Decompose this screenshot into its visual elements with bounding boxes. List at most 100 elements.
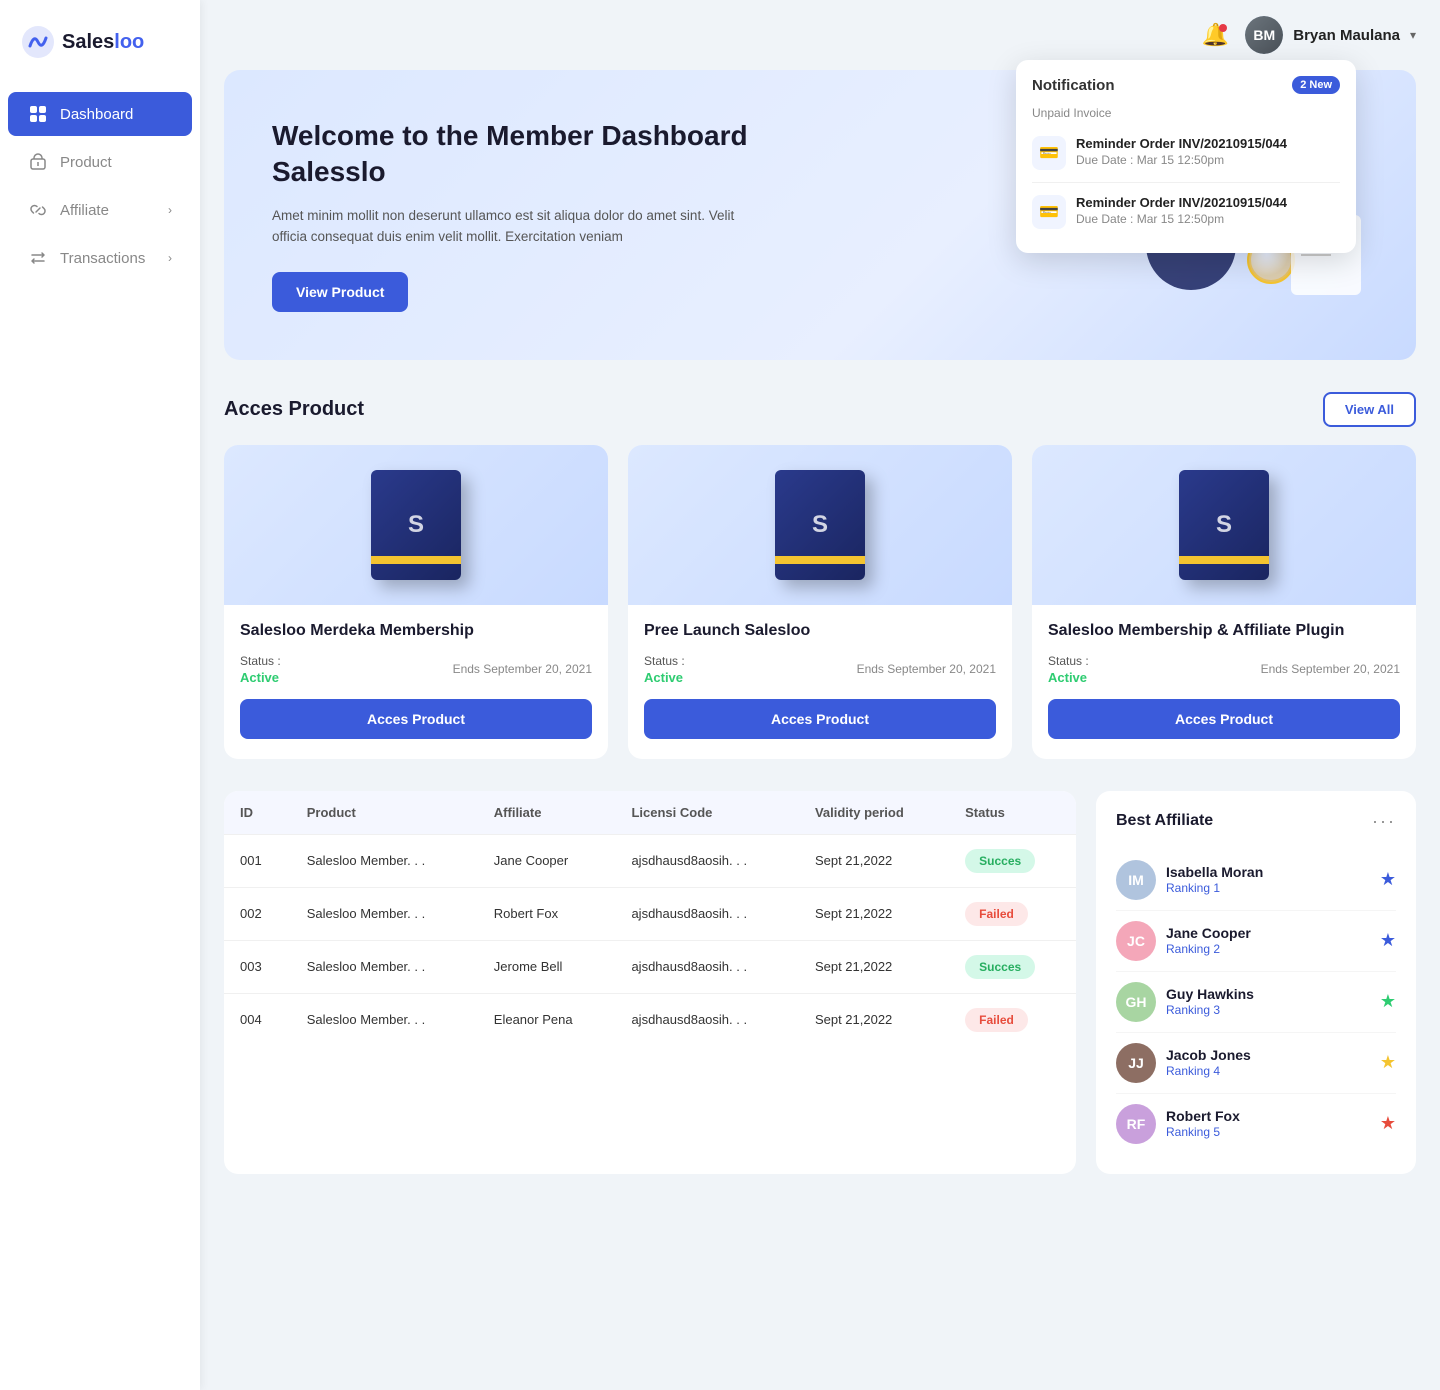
sidebar-item-label: Affiliate (60, 202, 109, 219)
logo: Salesloo (0, 24, 200, 92)
affiliate-info: Guy Hawkins Ranking 3 (1166, 986, 1370, 1017)
product-info: Salesloo Merdeka Membership Status : Act… (224, 621, 608, 685)
notification-panel: Notification 2 New Unpaid Invoice 💳 Remi… (1016, 60, 1356, 253)
cell-id: 004 (224, 993, 291, 1046)
product-box-decoration (1179, 470, 1269, 580)
sidebar: Salesloo Dashboard Pr (0, 0, 200, 1390)
product-info: Pree Launch Salesloo Status : Active End… (628, 621, 1012, 685)
affiliate-info: Jane Cooper Ranking 2 (1166, 925, 1370, 956)
affiliate-name: Guy Hawkins (1166, 986, 1370, 1002)
table-row: 004 Salesloo Member. . . Eleanor Pena aj… (224, 993, 1076, 1046)
access-product-button[interactable]: Acces Product (240, 699, 592, 739)
cell-product: Salesloo Member. . . (291, 940, 478, 993)
product-status: Status : Active (644, 654, 685, 685)
affiliate-item: GH Guy Hawkins Ranking 3 ★ (1116, 972, 1396, 1033)
view-all-button[interactable]: View All (1323, 392, 1416, 427)
affiliate-item: JC Jane Cooper Ranking 2 ★ (1116, 911, 1396, 972)
star-icon: ★ (1380, 1113, 1396, 1134)
invoice-icon: 💳 (1032, 136, 1066, 170)
cell-status: Failed (949, 887, 1076, 940)
col-license: Licensi Code (615, 791, 798, 835)
cell-validity: Sept 21,2022 (799, 887, 949, 940)
cell-id: 002 (224, 887, 291, 940)
best-affiliate-card: Best Affiliate ··· IM Isabella Moran Ran… (1096, 791, 1416, 1174)
view-product-button[interactable]: View Product (272, 272, 408, 312)
cell-license: ajsdhausd8aosih. . . (615, 940, 798, 993)
affiliate-avatar: GH (1116, 982, 1156, 1022)
affiliate-info: Isabella Moran Ranking 1 (1166, 864, 1370, 895)
sidebar-item-product[interactable]: Product (8, 140, 192, 184)
col-id: ID (224, 791, 291, 835)
hero-description: Amet minim mollit non deserunt ullamco e… (272, 205, 752, 248)
sidebar-item-transactions[interactable]: Transactions › (8, 236, 192, 280)
table-row: 002 Salesloo Member. . . Robert Fox ajsd… (224, 887, 1076, 940)
product-name: Pree Launch Salesloo (644, 621, 996, 642)
transactions-table-card: ID Product Affiliate Licensi Code Validi… (224, 791, 1076, 1174)
hero-content: Welcome to the Member Dashboard Salesslo… (272, 118, 752, 312)
header: 🔔 BM Bryan Maulana ▾ Notification 2 New … (224, 0, 1416, 70)
product-card: Salesloo Merdeka Membership Status : Act… (224, 445, 608, 759)
affiliate-name: Jacob Jones (1166, 1047, 1370, 1063)
star-icon: ★ (1380, 869, 1396, 890)
sidebar-item-affiliate[interactable]: Affiliate › (8, 188, 192, 232)
sidebar-item-label: Product (60, 154, 112, 171)
star-icon: ★ (1380, 1052, 1396, 1073)
affiliate-avatar: IM (1116, 860, 1156, 900)
logo-icon (20, 24, 56, 60)
access-product-button[interactable]: Acces Product (644, 699, 996, 739)
product-stripe (1179, 556, 1269, 564)
table-header-row: ID Product Affiliate Licensi Code Validi… (224, 791, 1076, 835)
products-section-title: Acces Product (224, 398, 364, 421)
logo-text: Salesloo (62, 31, 144, 54)
cell-status: Failed (949, 993, 1076, 1046)
col-validity: Validity period (799, 791, 949, 835)
affiliate-item: JJ Jacob Jones Ranking 4 ★ (1116, 1033, 1396, 1094)
status-label: Status : (644, 654, 685, 668)
bottom-section: ID Product Affiliate Licensi Code Validi… (224, 791, 1416, 1174)
cell-id: 003 (224, 940, 291, 993)
star-icon: ★ (1380, 930, 1396, 951)
product-card: Pree Launch Salesloo Status : Active End… (628, 445, 1012, 759)
notification-item: 💳 Reminder Order INV/20210915/044 Due Da… (1032, 187, 1340, 237)
cell-affiliate: Eleanor Pena (478, 993, 616, 1046)
product-ends: Ends September 20, 2021 (857, 662, 996, 676)
cell-affiliate: Jerome Bell (478, 940, 616, 993)
cell-affiliate: Robert Fox (478, 887, 616, 940)
notification-title: Notification (1032, 77, 1115, 94)
notification-item-title: Reminder Order INV/20210915/044 (1076, 136, 1287, 151)
cell-license: ajsdhausd8aosih. . . (615, 887, 798, 940)
notification-button[interactable]: 🔔 (1202, 22, 1229, 48)
affiliate-rank: Ranking 1 (1166, 881, 1370, 895)
cell-license: ajsdhausd8aosih. . . (615, 993, 798, 1046)
cell-status: Succes (949, 834, 1076, 887)
notification-item-title: Reminder Order INV/20210915/044 (1076, 195, 1287, 210)
status-badge: Failed (965, 1008, 1028, 1032)
table-wrapper: ID Product Affiliate Licensi Code Validi… (224, 791, 1076, 1046)
product-status: Status : Active (240, 654, 281, 685)
table-row: 003 Salesloo Member. . . Jerome Bell ajs… (224, 940, 1076, 993)
product-box-decoration (775, 470, 865, 580)
avatar-initials: BM (1245, 16, 1283, 54)
status-value: Active (644, 670, 685, 685)
status-badge: Succes (965, 955, 1035, 979)
notification-item-content: Reminder Order INV/20210915/044 Due Date… (1076, 136, 1287, 167)
sidebar-item-dashboard[interactable]: Dashboard (8, 92, 192, 136)
status-badge: Succes (965, 849, 1035, 873)
cell-product: Salesloo Member. . . (291, 887, 478, 940)
status-value: Active (240, 670, 281, 685)
star-icon: ★ (1380, 991, 1396, 1012)
affiliate-rank: Ranking 4 (1166, 1064, 1370, 1078)
notification-badge: 2 New (1292, 76, 1340, 94)
access-product-button[interactable]: Acces Product (1048, 699, 1400, 739)
affiliate-info: Jacob Jones Ranking 4 (1166, 1047, 1370, 1078)
product-stripe (371, 556, 461, 564)
affiliate-info: Robert Fox Ranking 5 (1166, 1108, 1370, 1139)
affiliate-name: Isabella Moran (1166, 864, 1370, 880)
user-menu[interactable]: BM Bryan Maulana ▾ (1245, 16, 1416, 54)
product-info: Salesloo Membership & Affiliate Plugin S… (1032, 621, 1416, 685)
affiliate-avatar: JC (1116, 921, 1156, 961)
main-content: 🔔 BM Bryan Maulana ▾ Notification 2 New … (200, 0, 1440, 1214)
product-image (628, 445, 1012, 605)
status-label: Status : (1048, 654, 1089, 668)
dots-menu-icon[interactable]: ··· (1372, 811, 1396, 832)
